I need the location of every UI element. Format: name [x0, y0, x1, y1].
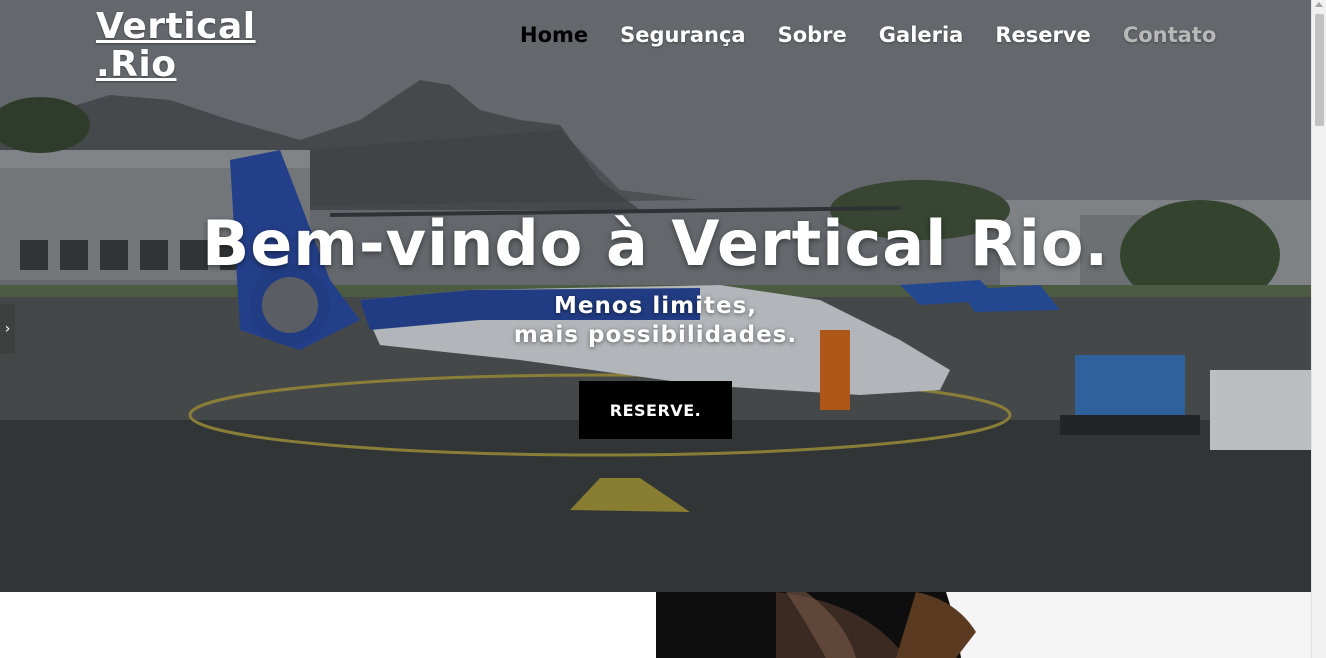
page-scrollbar[interactable] [1311, 0, 1326, 658]
nav-item-home[interactable]: Home [504, 18, 604, 52]
scroll-up-arrow-icon[interactable] [1315, 2, 1323, 7]
nav-item-seguranca[interactable]: Segurança [604, 18, 761, 52]
main-nav: Home Segurança Sobre Galeria Reserve Con… [504, 18, 1232, 52]
portrait-photo [656, 592, 1311, 658]
nav-item-sobre[interactable]: Sobre [762, 18, 863, 52]
nav-item-contato[interactable]: Contato [1107, 18, 1232, 52]
nav-item-galeria[interactable]: Galeria [863, 18, 980, 52]
content-section-left [0, 592, 656, 658]
hero-title: Bem-vindo à Vertical Rio. [201, 207, 1110, 280]
hero-subtitle-line-1: Menos limites, [554, 293, 757, 319]
logo-line-1: Vertical [96, 6, 256, 47]
reserve-cta-button[interactable]: RESERVE. [579, 381, 732, 439]
hero-subtitle-line-2: mais possibilidades. [513, 322, 798, 348]
scrollbar-thumb[interactable] [1315, 14, 1324, 126]
hero-subtitle: Menos limites, mais possibilidades. [0, 292, 1311, 350]
side-panel-toggle[interactable]: › [0, 304, 15, 354]
nav-item-reserve[interactable]: Reserve [979, 18, 1106, 52]
site-logo[interactable]: Vertical .Rio [96, 8, 256, 84]
logo-line-2: .Rio [96, 44, 177, 85]
chevron-right-icon: › [4, 321, 11, 337]
